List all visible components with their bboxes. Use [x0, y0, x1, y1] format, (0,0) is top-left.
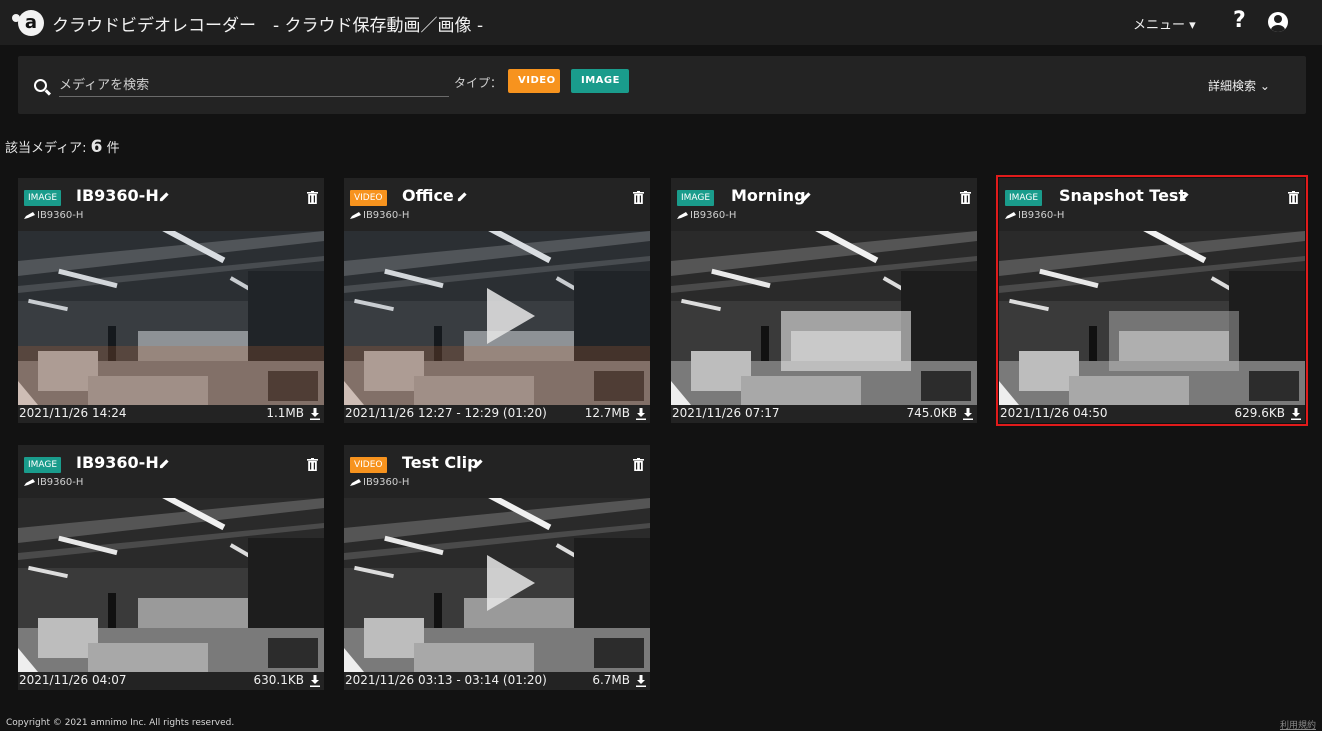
card-title: Snapshot Test [1059, 186, 1187, 205]
card-title: Morning [731, 186, 806, 205]
media-size: 6.7MB [592, 673, 630, 687]
download-icon[interactable] [636, 675, 646, 687]
media-card[interactable]: IMAGE IB9360-H IB9360-H 2021/11/26 14:24… [18, 178, 324, 423]
camera-name: IB9360-H [37, 210, 84, 221]
camera-line: IB9360-H [24, 477, 83, 488]
edit-icon[interactable] [1179, 191, 1190, 202]
app-title: クラウドビデオレコーダー - クラウド保存動画／画像 - [52, 16, 484, 36]
media-size: 745.0KB [906, 406, 957, 420]
media-search-input[interactable] [59, 75, 449, 97]
edit-icon[interactable] [159, 458, 170, 469]
camera-name: IB9360-H [363, 477, 410, 488]
card-title: IB9360-H [76, 453, 159, 472]
card-footer: 2021/11/26 12:27 - 12:29 (01:20) 12.7MB [344, 404, 650, 423]
media-date: 2021/11/26 03:13 - 03:14 (01:20) [345, 673, 547, 687]
image-filter-button[interactable]: IMAGE [571, 69, 629, 93]
download-icon[interactable] [963, 408, 973, 420]
camera-name: IB9360-H [37, 477, 84, 488]
media-thumbnail[interactable] [344, 231, 650, 405]
camera-line: IB9360-H [24, 210, 83, 221]
camera-icon [1005, 211, 1016, 219]
card-title: Test Clip [402, 453, 479, 472]
delete-icon[interactable] [1288, 191, 1299, 204]
app-logo: a [18, 10, 44, 36]
camera-line: IB9360-H [1005, 210, 1064, 221]
media-card-selected[interactable]: IMAGE Snapshot Test IB9360-H 2021/11/26 … [996, 175, 1308, 426]
media-thumbnail[interactable] [18, 231, 324, 405]
result-count-number: 6 [90, 137, 103, 157]
media-date: 2021/11/26 14:24 [19, 406, 127, 420]
camera-icon [677, 211, 688, 219]
user-account-icon[interactable] [1268, 12, 1288, 32]
download-icon[interactable] [310, 675, 320, 687]
play-icon[interactable] [477, 553, 537, 613]
terms-link[interactable]: 利用規約 [1280, 718, 1316, 731]
search-icon [34, 79, 47, 92]
media-date: 2021/11/26 12:27 - 12:29 (01:20) [345, 406, 547, 420]
media-size: 629.6KB [1234, 406, 1285, 420]
type-filter-label: タイプ： [454, 76, 503, 90]
camera-name: IB9360-H [1018, 210, 1065, 221]
camera-icon [24, 211, 35, 219]
help-icon[interactable]: ? [1233, 8, 1246, 33]
advanced-search-toggle[interactable]: 詳細検索 ⌄ [1208, 77, 1270, 94]
media-thumbnail[interactable] [999, 231, 1305, 405]
result-count-label: 該当メディア: [5, 141, 87, 156]
type-badge: IMAGE [1005, 190, 1043, 206]
card-title: IB9360-H [76, 186, 159, 205]
media-thumbnail[interactable] [18, 498, 324, 672]
camera-line: IB9360-H [350, 210, 409, 221]
camera-name: IB9360-H [690, 210, 737, 221]
card-footer: 2021/11/26 04:50 629.6KB [999, 404, 1305, 423]
camera-name: IB9360-H [363, 210, 410, 221]
result-count: 該当メディア: 6 件 [5, 137, 120, 157]
search-bar: タイプ： VIDEO IMAGE 詳細検索 ⌄ [18, 56, 1306, 114]
media-date: 2021/11/26 04:50 [1000, 406, 1108, 420]
copyright-text: Copyright © 2021 amnimo Inc. All rights … [6, 718, 235, 728]
media-card[interactable]: VIDEO Office IB9360-H 2021/11/26 12:27 -… [344, 178, 650, 423]
play-icon[interactable] [477, 286, 537, 346]
media-card[interactable]: IMAGE IB9360-H IB9360-H 2021/11/26 04:07… [18, 445, 324, 690]
download-icon[interactable] [636, 408, 646, 420]
media-date: 2021/11/26 04:07 [19, 673, 127, 687]
delete-icon[interactable] [960, 191, 971, 204]
card-footer: 2021/11/26 07:17 745.0KB [671, 404, 977, 423]
media-size: 1.1MB [266, 406, 304, 420]
media-size: 630.1KB [253, 673, 304, 687]
type-badge: VIDEO [350, 457, 387, 473]
card-title: Office [402, 186, 454, 205]
media-thumbnail[interactable] [671, 231, 977, 405]
type-badge: VIDEO [350, 190, 387, 206]
type-badge: IMAGE [24, 190, 62, 206]
camera-line: IB9360-H [350, 477, 409, 488]
delete-icon[interactable] [633, 191, 644, 204]
delete-icon[interactable] [307, 191, 318, 204]
edit-icon[interactable] [159, 191, 170, 202]
delete-icon[interactable] [307, 458, 318, 471]
download-icon[interactable] [310, 408, 320, 420]
media-thumbnail[interactable] [344, 498, 650, 672]
edit-icon[interactable] [457, 191, 468, 202]
card-footer: 2021/11/26 14:24 1.1MB [18, 404, 324, 423]
camera-line: IB9360-H [677, 210, 736, 221]
delete-icon[interactable] [633, 458, 644, 471]
menu-dropdown[interactable]: メニュー ▾ [1133, 14, 1196, 33]
edit-icon[interactable] [473, 458, 484, 469]
camera-icon [24, 478, 35, 486]
card-footer: 2021/11/26 04:07 630.1KB [18, 671, 324, 690]
edit-icon[interactable] [801, 191, 812, 202]
result-count-unit: 件 [106, 141, 120, 156]
type-badge: IMAGE [24, 457, 62, 473]
type-badge: IMAGE [677, 190, 715, 206]
download-icon[interactable] [1291, 408, 1301, 420]
card-footer: 2021/11/26 03:13 - 03:14 (01:20) 6.7MB [344, 671, 650, 690]
top-bar: a クラウドビデオレコーダー - クラウド保存動画／画像 - メニュー ▾ ? [0, 0, 1322, 45]
camera-icon [350, 211, 361, 219]
video-filter-button[interactable]: VIDEO [508, 69, 560, 93]
camera-icon [350, 478, 361, 486]
media-date: 2021/11/26 07:17 [672, 406, 780, 420]
media-size: 12.7MB [584, 406, 630, 420]
media-card[interactable]: IMAGE Morning IB9360-H 2021/11/26 07:17 … [671, 178, 977, 423]
media-card[interactable]: VIDEO Test Clip IB9360-H 2021/11/26 03:1… [344, 445, 650, 690]
